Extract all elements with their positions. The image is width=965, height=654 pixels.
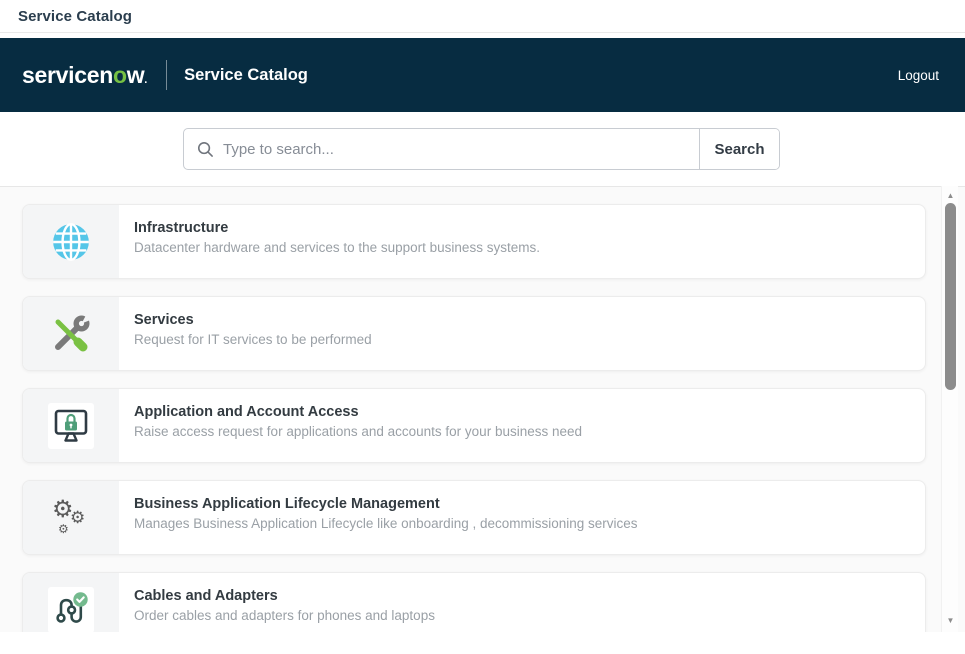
card-description: Raise access request for applications an… — [134, 424, 583, 439]
card-text: Services Request for IT services to be p… — [119, 297, 388, 370]
logout-link[interactable]: Logout — [898, 68, 939, 83]
navbar-app-title: Service Catalog — [184, 65, 308, 84]
search-icon — [197, 141, 213, 157]
card-title: Services — [134, 312, 194, 328]
logo-text-2: w — [126, 61, 145, 88]
logo-green-o: o — [112, 61, 127, 88]
search-input-wrap — [184, 129, 699, 169]
search-button[interactable]: Search — [699, 129, 779, 169]
catalog-card-infrastructure[interactable]: Infrastructure Datacenter hardware and s… — [22, 204, 926, 279]
card-description: Order cables and adapters for phones and… — [134, 608, 435, 623]
scroll-down-icon[interactable]: ▼ — [942, 616, 959, 626]
card-text: Business Application Lifecycle Managemen… — [119, 481, 654, 554]
scrollbar-thumb[interactable] — [945, 203, 956, 390]
card-icon-area — [23, 205, 119, 278]
card-title: Infrastructure — [134, 220, 229, 236]
card-icon-area: ⚙ ⚙ ⚙ — [23, 481, 119, 554]
card-description: Request for IT services to be performed — [134, 332, 372, 347]
scroll-up-icon[interactable]: ▲ — [942, 191, 959, 201]
gear-small-icon: ⚙ — [58, 521, 69, 536]
gear-medium-icon: ⚙ — [70, 507, 86, 527]
catalog-card-cables-adapters[interactable]: Cables and Adapters Order cables and ada… — [22, 572, 926, 632]
navbar-divider — [166, 60, 168, 90]
icon-tile — [48, 586, 94, 632]
search-input[interactable] — [223, 129, 699, 169]
catalog-card-balm[interactable]: ⚙ ⚙ ⚙ Business Application Lifecycle Man… — [22, 480, 926, 555]
card-title: Cables and Adapters — [134, 588, 278, 604]
card-description: Datacenter hardware and services to the … — [134, 240, 540, 255]
page-title: Service Catalog — [18, 7, 133, 25]
card-description: Manages Business Application Lifecycle l… — [134, 516, 638, 531]
monitor-lock-icon — [54, 409, 88, 442]
search-box: Search — [183, 128, 780, 170]
card-icon-area — [23, 297, 119, 370]
cable-check-icon — [56, 591, 88, 623]
scrollbar[interactable]: ▲ ▼ — [941, 186, 958, 632]
card-title: Application and Account Access — [134, 404, 359, 420]
card-title: Business Application Lifecycle Managemen… — [134, 496, 440, 512]
catalog-list: Infrastructure Datacenter hardware and s… — [0, 186, 965, 632]
catalog-card-services[interactable]: Services Request for IT services to be p… — [22, 296, 926, 371]
gears-icon: ⚙ ⚙ ⚙ — [49, 496, 93, 540]
card-text: Application and Account Access Raise acc… — [119, 389, 598, 462]
catalog-card-application-access[interactable]: Application and Account Access Raise acc… — [22, 388, 926, 463]
card-icon-area — [23, 573, 119, 632]
card-icon-area — [23, 389, 119, 462]
search-section: Search — [0, 112, 965, 186]
logo-trademark-dot: . — [144, 73, 148, 86]
page-header: Service Catalog — [0, 0, 965, 33]
tools-icon — [55, 312, 93, 351]
logo-text-1: servicen — [22, 61, 113, 88]
card-text: Infrastructure Datacenter hardware and s… — [119, 205, 556, 278]
globe-icon — [53, 222, 89, 261]
card-text: Cables and Adapters Order cables and ada… — [119, 573, 451, 632]
servicenow-logo: servicenow. — [22, 62, 147, 89]
app-navbar: servicenow. Service Catalog Logout — [0, 38, 965, 112]
icon-tile — [48, 402, 94, 449]
